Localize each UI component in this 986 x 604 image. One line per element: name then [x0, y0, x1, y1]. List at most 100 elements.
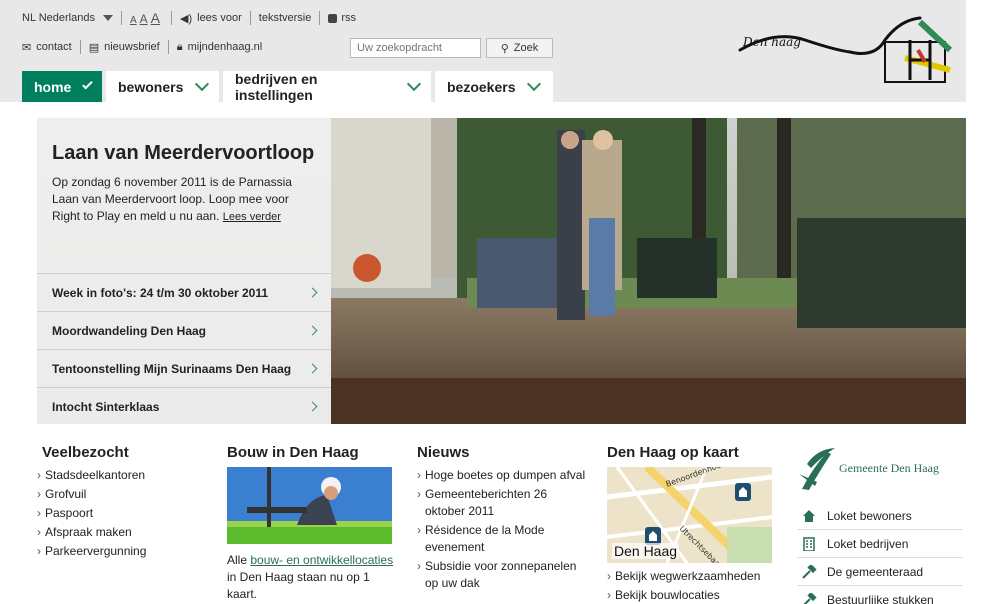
chevron-down-icon[interactable]	[102, 15, 113, 21]
font-size-medium[interactable]: A	[140, 12, 148, 26]
utility-row-bottom: ✉ contact ▤ nieuwsbrief 🔒︎ mijndenhaag.n…	[22, 39, 262, 55]
nieuws-list: Hoge boetes op dumpen afval Gemeenteberi…	[417, 467, 587, 592]
font-size-large[interactable]: A	[151, 10, 160, 26]
gavel-icon	[802, 564, 817, 579]
search-icon: ⚲	[500, 42, 509, 55]
hero-link[interactable]: Moordwandeling Den Haag	[37, 311, 331, 349]
list-item[interactable]: Résidence de la Mode evenement	[417, 522, 587, 556]
divider	[249, 11, 251, 25]
gemeente-section: Gemeente Den Haag Loket bewoners Loket b…	[797, 444, 963, 604]
hero-banner: Laan van Meerdervoortloop Op zondag 6 no…	[37, 118, 966, 424]
divider	[167, 40, 169, 54]
newsletter-link[interactable]: nieuwsbrief	[104, 41, 160, 53]
contact-link[interactable]: contact	[36, 41, 71, 53]
list-item[interactable]: Subsidie voor zonnepanelen op uw dak	[417, 558, 587, 592]
gemeente-link[interactable]: Loket bedrijven	[797, 530, 963, 558]
bouw-text: Alle bouw- en ontwikkellocaties in Den H…	[227, 552, 402, 603]
veelbezocht-list: Stadsdeelkantoren Grofvuil Paspoort Afsp…	[37, 467, 207, 560]
hero-link[interactable]: Intocht Sinterklaas	[37, 387, 331, 424]
nav-bedrijven[interactable]: bedrijven en instellingen	[223, 70, 435, 103]
header-bar: NL Nederlands AAA ◀) lees voor tekstvers…	[0, 0, 966, 103]
list-item[interactable]: Afspraak maken	[37, 524, 207, 541]
gemeente-link-label: Bestuurlijke stukken	[827, 592, 934, 604]
search-button-label: Zoek	[513, 42, 539, 54]
nav-label: bedrijven en instellingen	[235, 70, 318, 103]
nieuws-section: Nieuws Hoge boetes op dumpen afval Gemee…	[417, 444, 587, 594]
list-item[interactable]: Bekijk wegwerkzaamheden	[607, 568, 777, 585]
gemeente-link-label: Loket bedrijven	[827, 536, 909, 551]
chevron-down-icon	[527, 76, 542, 92]
divider	[319, 11, 321, 25]
language-select[interactable]: NL Nederlands	[22, 12, 95, 24]
font-size-small[interactable]: A	[130, 15, 137, 26]
chevron-right-icon	[307, 363, 318, 374]
hero-panel: Laan van Meerdervoortloop Op zondag 6 no…	[37, 118, 331, 424]
nav-home[interactable]: home	[22, 71, 106, 102]
nav-label: home	[34, 78, 72, 95]
page: NL Nederlands AAA ◀) lees voor tekstvers…	[0, 0, 966, 604]
divider	[171, 11, 172, 25]
search-button[interactable]: ⚲ Zoek	[486, 38, 553, 58]
utility-row-top: NL Nederlands AAA ◀) lees voor tekstvers…	[22, 10, 356, 26]
divider	[120, 11, 122, 25]
section-title: Bouw in Den Haag	[227, 444, 359, 461]
kaart-section: Den Haag op kaart Benoordenhout Utrechts…	[607, 444, 777, 604]
main-nav: home bewoners bedrijven en instellingen …	[22, 70, 553, 103]
read-more-link[interactable]: Lees verder	[223, 211, 281, 223]
bouw-text-before: Alle	[227, 553, 251, 567]
section-title: Den Haag op kaart	[607, 444, 739, 461]
hero-link-label: Moordwandeling Den Haag	[52, 323, 207, 338]
section-title: Veelbezocht	[42, 444, 129, 461]
chevron-down-icon	[407, 76, 422, 92]
hero-feature: Laan van Meerdervoortloop Op zondag 6 no…	[37, 118, 331, 273]
gemeente-link[interactable]: Bestuurlijke stukken	[797, 586, 963, 604]
den-haag-logo[interactable]: Den haag	[735, 10, 957, 90]
gemeente-link[interactable]: De gemeenteraad	[797, 558, 963, 586]
veelbezocht-section: Veelbezocht Stadsdeelkantoren Grofvuil P…	[37, 444, 207, 562]
document-icon: ▤	[88, 41, 100, 54]
nav-bewoners[interactable]: bewoners	[106, 71, 223, 102]
envelope-icon: ✉	[22, 41, 32, 54]
chevron-right-icon	[307, 287, 318, 298]
gemeente-link[interactable]: Loket bewoners	[797, 502, 963, 530]
nav-bezoekers[interactable]: bezoekers	[435, 71, 553, 102]
rss-link[interactable]: rss	[341, 12, 356, 24]
chevron-down-icon	[195, 77, 210, 91]
hero-text: Op zondag 6 november 2011 is de Parnassi…	[52, 174, 316, 226]
mydenhaag-link[interactable]: mijndenhaag.nl	[188, 41, 263, 53]
building-icon	[803, 536, 815, 551]
hero-link[interactable]: Week in foto's: 24 t/m 30 oktober 2011	[37, 273, 331, 311]
search-input[interactable]	[350, 38, 481, 58]
hero-link[interactable]: Tentoonstelling Mijn Surinaams Den Haag	[37, 349, 331, 387]
hero-link-label: Week in foto's: 24 t/m 30 oktober 2011	[52, 285, 269, 300]
nav-label: bewoners	[118, 78, 184, 95]
logo-text: Den haag	[742, 35, 801, 49]
list-item[interactable]: Grofvuil	[37, 486, 207, 503]
hero-link-label: Intocht Sinterklaas	[52, 399, 160, 414]
hero-title[interactable]: Laan van Meerdervoortloop	[52, 140, 316, 166]
house-icon	[803, 509, 815, 522]
gavel-icon	[803, 592, 817, 604]
bouw-link[interactable]: bouw- en ontwikkellocaties	[250, 553, 393, 567]
font-size-controls: AAA	[130, 10, 163, 26]
rss-icon	[328, 13, 338, 23]
list-item[interactable]: Stadsdeelkantoren	[37, 467, 207, 484]
bouw-section: Bouw in Den Haag Alle bouw- en ontwikkel…	[227, 444, 407, 603]
text-version-link[interactable]: tekstversie	[259, 12, 312, 24]
list-item[interactable]: Bekijk bouwlocaties	[607, 587, 777, 604]
read-aloud-link[interactable]: lees voor	[197, 12, 242, 24]
bouw-photo[interactable]	[227, 467, 392, 544]
bouw-text-after: in Den Haag staan nu op 1 kaart.	[227, 570, 370, 601]
stork-icon	[799, 448, 835, 490]
section-title: Nieuws	[417, 444, 470, 461]
gemeente-link-label: De gemeenteraad	[827, 564, 924, 579]
divider	[79, 40, 81, 54]
list-item[interactable]: Hoge boetes op dumpen afval	[417, 467, 587, 484]
city-map[interactable]: Benoordenhout Utrechtsebaan Den Haag	[607, 467, 772, 563]
gemeente-link-label: Loket bewoners	[827, 508, 912, 523]
list-item[interactable]: Parkeervergunning	[37, 543, 207, 560]
gemeente-logo[interactable]: Gemeente Den Haag	[797, 444, 963, 496]
list-item[interactable]: Paspoort	[37, 505, 207, 522]
chevron-right-icon	[307, 401, 318, 412]
list-item[interactable]: Gemeenteberichten 26 oktober 2011	[417, 486, 587, 520]
